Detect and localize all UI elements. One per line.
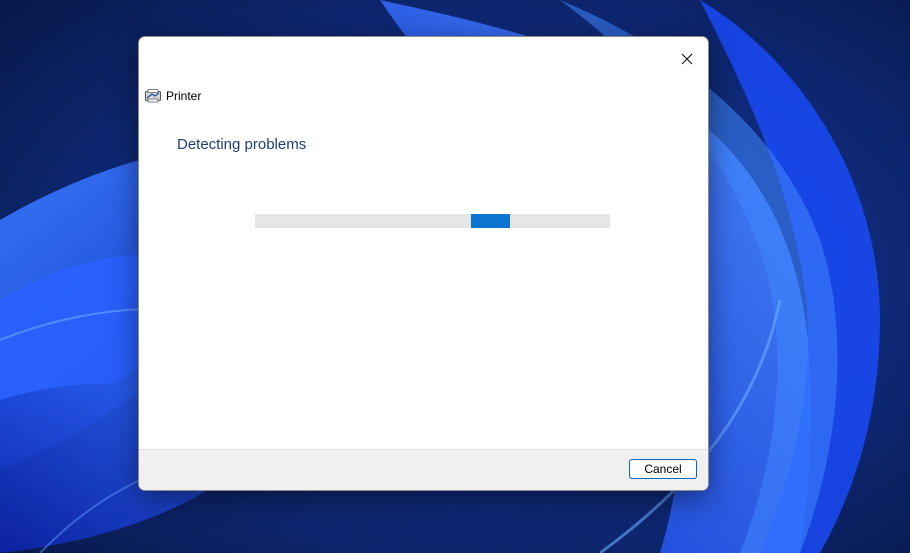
status-heading: Detecting problems: [177, 136, 307, 153]
progress-bar: [255, 214, 610, 228]
dialog-title-row: Printer: [145, 87, 201, 105]
progress-indicator: [471, 214, 510, 228]
dialog-footer: Cancel: [139, 449, 708, 490]
troubleshooter-dialog: Printer Detecting problems Cancel: [138, 36, 709, 491]
desktop: Printer Detecting problems Cancel: [0, 0, 910, 553]
cancel-button[interactable]: Cancel: [629, 459, 697, 479]
printer-icon: [145, 89, 161, 103]
dialog-title: Printer: [166, 89, 202, 103]
close-icon: [681, 53, 693, 65]
close-button[interactable]: [670, 45, 704, 73]
